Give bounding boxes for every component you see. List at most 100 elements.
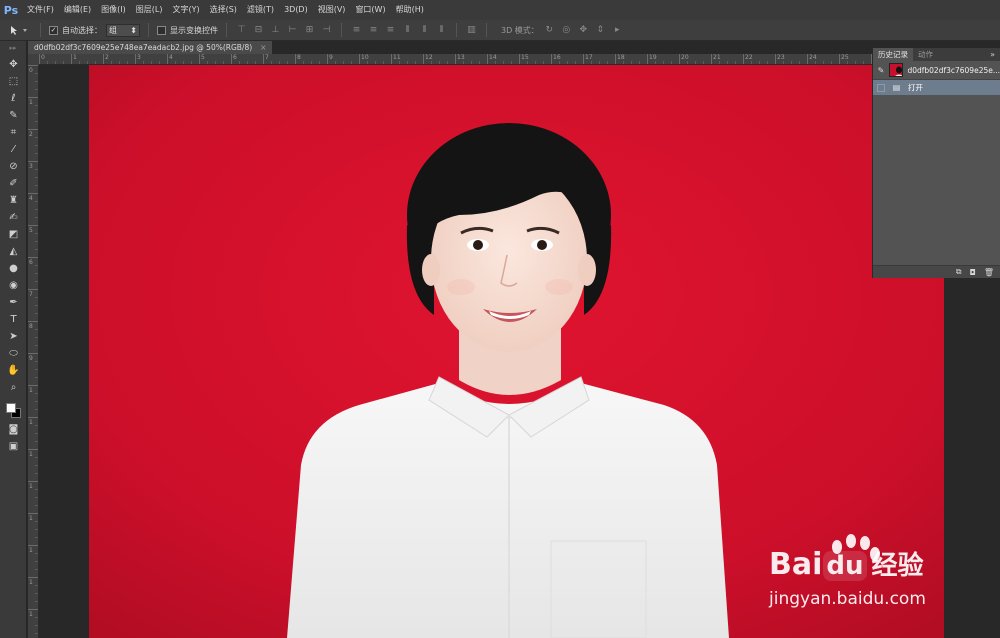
zoom-icon[interactable]: ⌕	[3, 380, 24, 395]
tab-history[interactable]: 历史记录	[873, 48, 913, 61]
move-tool-preset-icon	[11, 26, 27, 35]
quick-mask-icon[interactable]: ◙	[3, 422, 24, 437]
align-right-icon[interactable]: ⊣	[320, 24, 333, 37]
menu-view[interactable]: 视图(V)	[313, 0, 351, 20]
close-icon[interactable]: ×	[260, 41, 266, 54]
type-icon[interactable]: T	[3, 312, 24, 327]
lasso-icon[interactable]: ℓ	[3, 91, 24, 106]
panel-menu-icon[interactable]: »	[985, 48, 1000, 61]
distribute-top-icon[interactable]: ≡	[350, 24, 363, 37]
align-left-icon[interactable]: ⊢	[286, 24, 299, 37]
ruler-major-tick	[28, 257, 38, 258]
menu-3d[interactable]: 3D(D)	[279, 0, 313, 20]
app-logo: Ps	[3, 3, 19, 17]
ruler-major-tick	[28, 417, 38, 418]
ruler-corner[interactable]	[28, 54, 39, 65]
photoshop-window: Ps 文件(F) 编辑(E) 图像(I) 图层(L) 文字(Y) 选择(S) 滤…	[0, 0, 1000, 638]
separator	[486, 23, 487, 37]
auto-select-dropdown[interactable]: 组 ⬍	[106, 23, 140, 37]
history-brush-source-icon[interactable]: ✎	[877, 65, 885, 75]
align-bottom-icon[interactable]: ⊥	[269, 24, 282, 37]
ruler-label: 19	[649, 54, 657, 61]
trash-icon[interactable]: 🗑	[984, 268, 994, 277]
document-tab[interactable]: d0dfb02df3c7609e25e748ea7eadacb2.jpg @ 5…	[28, 41, 273, 54]
menu-image[interactable]: 图像(I)	[96, 0, 131, 20]
menu-type[interactable]: 文字(Y)	[167, 0, 204, 20]
dropdown-arrow-icon: ⬍	[130, 25, 137, 35]
foreground-color-swatch[interactable]	[6, 403, 16, 413]
3d-scale-icon[interactable]: ▸	[611, 24, 624, 37]
history-state-label: 打开	[908, 83, 923, 92]
3d-drag-icon[interactable]: ✥	[577, 24, 590, 37]
3d-slide-icon[interactable]: ⇕	[594, 24, 607, 37]
horizontal-ruler[interactable]: 0 1 2 3 4 5 6 7 8 9 10 11 12 13 14 15 16 17 18 19 20 21 22 23 24…	[39, 54, 872, 65]
brush-icon[interactable]: ✐	[3, 176, 24, 191]
ruler-major-tick	[28, 385, 38, 386]
tab-actions[interactable]: 动作	[913, 48, 938, 61]
history-state-checkbox[interactable]	[877, 83, 885, 92]
ellipse-icon[interactable]: ⬭	[3, 346, 24, 361]
camera-icon[interactable]: ◘	[970, 268, 976, 277]
baidu-watermark: Bai du 经验 jingyan.baidu.com	[767, 527, 987, 617]
path-select-icon[interactable]: ➤	[3, 329, 24, 344]
crop-icon[interactable]: ⌗	[3, 125, 24, 140]
paint-bucket-icon[interactable]: ◭	[3, 244, 24, 259]
marquee-icon[interactable]: ⬚	[3, 74, 24, 89]
distribute-left-icon[interactable]: ⦀	[401, 24, 414, 37]
ruler-major-tick	[28, 225, 38, 226]
ruler-label: 16	[553, 54, 561, 61]
quick-select-icon[interactable]: ✎	[3, 108, 24, 123]
history-brush-icon[interactable]: ✍	[3, 210, 24, 225]
baidu-brand: Bai du 经验	[769, 545, 924, 582]
auto-select-checkbox[interactable]: ✓	[49, 25, 58, 35]
distribute-bottom-icon[interactable]: ≡	[384, 24, 397, 37]
tool-preset-picker[interactable]	[6, 23, 32, 38]
menu-help[interactable]: 帮助(H)	[391, 0, 429, 20]
align-hcenter-icon[interactable]: ⊞	[303, 24, 316, 37]
distribute-vcenter-icon[interactable]: ≡	[367, 24, 380, 37]
menu-edit[interactable]: 编辑(E)	[59, 0, 96, 20]
healing-brush-icon[interactable]: ⊘	[3, 159, 24, 174]
hand-icon[interactable]: ✋	[3, 363, 24, 378]
blur-icon[interactable]: ●	[3, 261, 24, 276]
ruler-major-tick	[28, 193, 38, 194]
snapshot-thumbnail	[888, 63, 904, 77]
align-vcenter-icon[interactable]: ⊟	[252, 24, 265, 37]
auto-select-value: 组	[109, 25, 117, 35]
ruler-label: 0	[41, 54, 45, 61]
menu-window[interactable]: 窗口(W)	[350, 0, 390, 20]
history-state-open[interactable]: ▤ 打开	[873, 80, 1000, 95]
ruler-label: 1	[29, 579, 33, 586]
ruler-label: 22	[745, 54, 753, 61]
panel-grip-icon[interactable]: ▸▸	[0, 41, 26, 55]
menu-filter[interactable]: 滤镜(T)	[242, 0, 279, 20]
vertical-ruler[interactable]: 0123456789111111111	[28, 65, 39, 638]
menu-layer[interactable]: 图层(L)	[131, 0, 168, 20]
ruler-label: 17	[585, 54, 593, 61]
eraser-icon[interactable]: ◩	[3, 227, 24, 242]
options-bar: ✓ 自动选择： 组 ⬍ 显示变换控件 ⊤ ⊟ ⊥ ⊢ ⊞ ⊣ ≡ ≡ ≡ ⦀ ⦀…	[0, 20, 1000, 41]
auto-align-icon[interactable]: ▥	[465, 24, 478, 37]
move-icon[interactable]: ✥	[3, 57, 24, 72]
3d-roll-icon[interactable]: ◎	[560, 24, 573, 37]
show-transform-checkbox[interactable]	[157, 25, 166, 35]
eyedropper-icon[interactable]: ⁄	[3, 142, 24, 157]
ruler-label: 4	[169, 54, 173, 61]
history-snapshot[interactable]: ✎ d0dfb02df3c7609e25e...	[873, 61, 1000, 80]
distribute-right-icon[interactable]: ⦀	[435, 24, 448, 37]
new-document-from-state-icon[interactable]: ⧉	[956, 267, 962, 277]
clone-stamp-icon[interactable]: ♜	[3, 193, 24, 208]
pen-icon[interactable]: ✒	[3, 295, 24, 310]
ruler-label: 7	[265, 54, 269, 61]
canvas-area[interactable]: Bai du 经验 jingyan.baidu.com	[39, 65, 1000, 638]
screen-mode-icon[interactable]: ▣	[3, 439, 24, 454]
dodge-icon[interactable]: ◉	[3, 278, 24, 293]
menu-file[interactable]: 文件(F)	[22, 0, 59, 20]
ruler-major-tick	[28, 513, 38, 514]
3d-rotate-icon[interactable]: ↻	[543, 24, 556, 37]
ruler-label: 9	[329, 54, 333, 61]
menu-select[interactable]: 选择(S)	[205, 0, 242, 20]
distribute-hcenter-icon[interactable]: ⦀	[418, 24, 431, 37]
align-top-icon[interactable]: ⊤	[235, 24, 248, 37]
separator	[341, 23, 342, 37]
